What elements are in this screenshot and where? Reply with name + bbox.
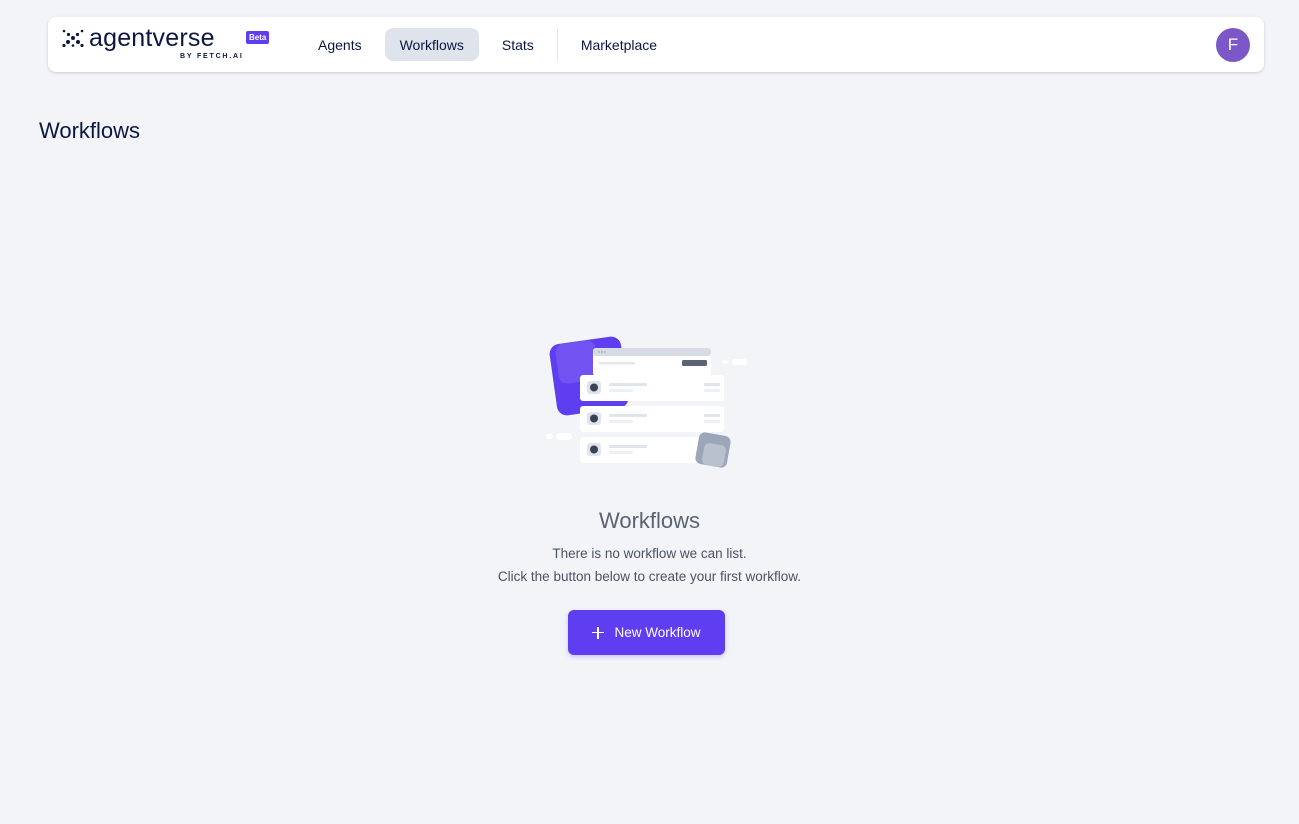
top-navbar: agentverse Beta BY FETCH.AI Agents Workf… xyxy=(48,17,1264,72)
nav-item-agents[interactable]: Agents xyxy=(303,28,377,61)
agentverse-logo-icon xyxy=(62,29,84,47)
empty-state-hint: Click the button below to create your fi… xyxy=(497,569,802,584)
nav-item-marketplace[interactable]: Marketplace xyxy=(566,28,672,61)
plus-icon xyxy=(592,626,605,639)
empty-state-message: There is no workflow we can list. xyxy=(552,546,747,561)
beta-badge: Beta xyxy=(246,31,270,44)
brand-name: agentverse xyxy=(89,24,215,52)
nav-item-stats[interactable]: Stats xyxy=(487,28,549,61)
user-avatar[interactable]: F xyxy=(1216,28,1250,62)
main-nav: Agents Workflows Stats Marketplace xyxy=(303,28,680,61)
empty-state-title: Workflows xyxy=(598,508,701,533)
brand-byline: BY FETCH.AI xyxy=(180,53,244,60)
nav-divider xyxy=(556,28,558,61)
nav-item-workflows[interactable]: Workflows xyxy=(384,28,479,61)
agentverse-logo[interactable]: agentverse Beta BY FETCH.AI xyxy=(62,24,270,66)
empty-workflows-illustration xyxy=(546,336,747,468)
new-workflow-button-label: New Workflow xyxy=(614,625,701,640)
new-workflow-button[interactable]: New Workflow xyxy=(568,610,725,655)
page-title: Workflows xyxy=(39,118,141,143)
